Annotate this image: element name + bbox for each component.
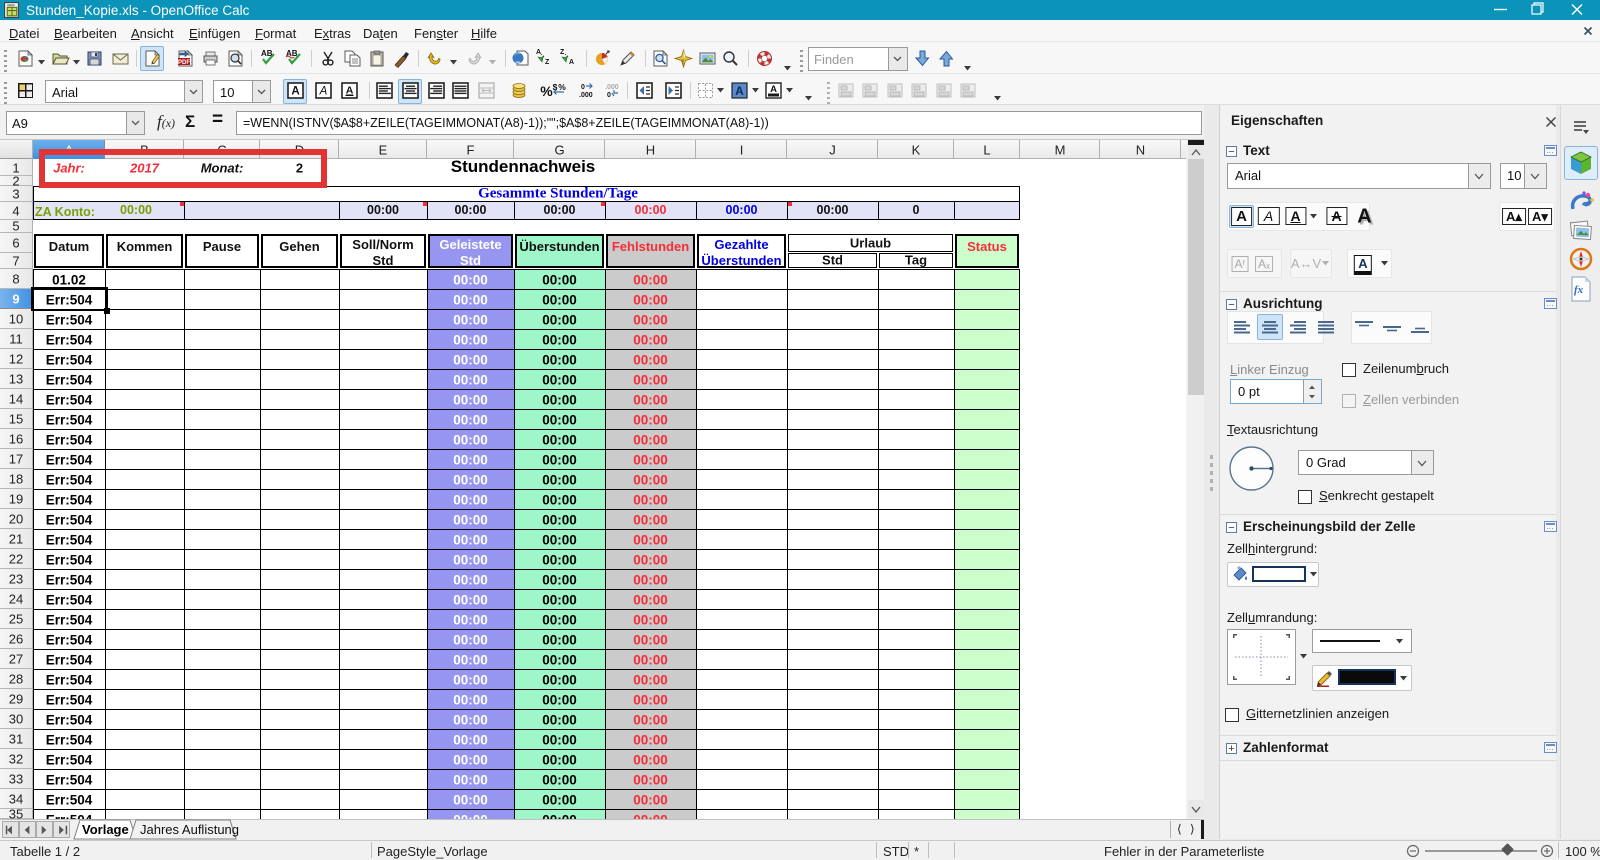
svg-text:A: A <box>346 85 354 97</box>
svg-text:Z: Z <box>560 49 565 56</box>
svg-text:A: A <box>770 84 777 95</box>
svg-text:0: 0 <box>581 84 585 91</box>
svg-text:0: 0 <box>607 92 611 99</box>
svg-text:.000: .000 <box>579 92 593 99</box>
svg-text:AB: AB <box>286 49 298 58</box>
svg-text:Z: Z <box>545 59 550 66</box>
svg-text:PDF: PDF <box>178 60 190 66</box>
svg-text:.000: .000 <box>605 84 619 91</box>
svg-text:A: A <box>319 86 328 98</box>
svg-text:A: A <box>569 59 574 66</box>
svg-text:%: % <box>558 82 566 92</box>
svg-text:A: A <box>291 86 299 98</box>
svg-text:A: A <box>735 84 744 98</box>
svg-text:fx: fx <box>1574 284 1584 296</box>
svg-text:A: A <box>536 49 541 56</box>
